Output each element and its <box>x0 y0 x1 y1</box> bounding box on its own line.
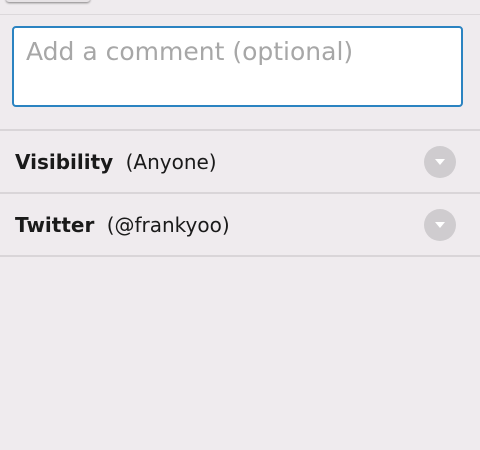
twitter-dropdown-button[interactable] <box>424 208 456 241</box>
visibility-label: Visibility <box>15 149 114 174</box>
share-screen: Visibility (Anyone) Twitter (@frankyoo) <box>0 0 480 450</box>
twitter-value: (@frankyoo) <box>106 212 230 237</box>
comment-input[interactable] <box>12 26 463 107</box>
visibility-text: Visibility (Anyone) <box>15 150 217 174</box>
chevron-down-icon <box>435 158 445 165</box>
visibility-row[interactable]: Visibility (Anyone) <box>0 131 480 192</box>
twitter-label: Twitter <box>15 212 95 237</box>
visibility-value: (Anyone) <box>125 149 217 174</box>
visibility-dropdown-button[interactable] <box>424 145 456 178</box>
twitter-row[interactable]: Twitter (@frankyoo) <box>0 194 480 255</box>
top-toolbar-edge <box>0 0 480 15</box>
top-button-edge[interactable] <box>6 0 90 2</box>
divider <box>0 255 480 257</box>
chevron-down-icon <box>435 221 445 228</box>
twitter-text: Twitter (@frankyoo) <box>15 213 230 237</box>
